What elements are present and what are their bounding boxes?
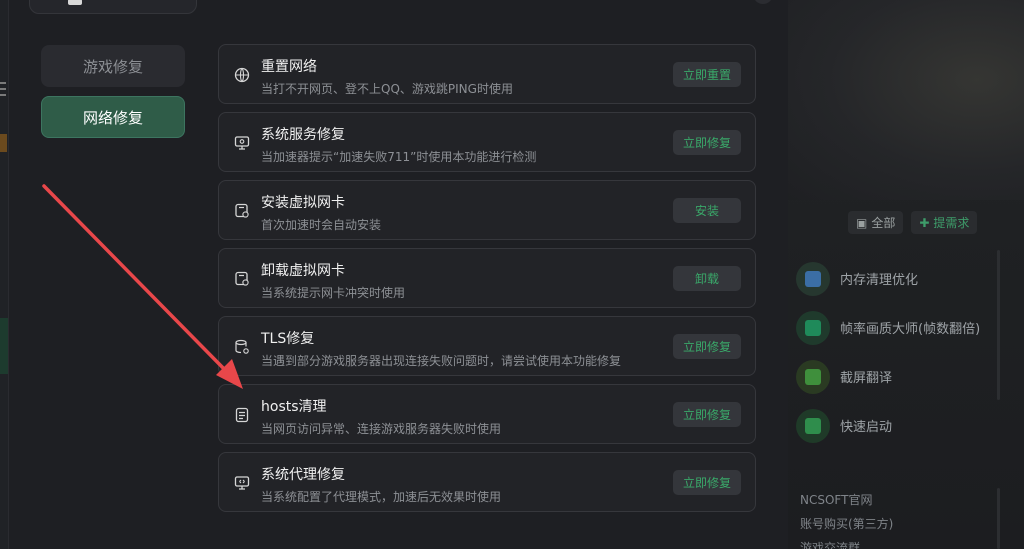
repair-description: 当网页访问异常、连接游戏服务器失败时使用 [261, 422, 502, 436]
repair-system-proxy-button[interactable]: 立即修复 [673, 470, 741, 495]
repair-title: TLS修复 [261, 331, 315, 347]
menu-icon-line [0, 94, 6, 96]
filter-all-chip[interactable]: ▣ 全部 [848, 211, 904, 234]
repair-item-hosts: hosts清理 当网页访问异常、连接游戏服务器失败时使用 立即修复 [218, 384, 756, 444]
dialog-header-tab [29, 0, 197, 14]
menu-icon [0, 82, 6, 84]
tool-list: 内存清理优化 帧率画质大师(帧数翻倍) 截屏翻译 快速启动 [796, 254, 996, 450]
repair-item-reset-network: 重置网络 当打不开网页、登不上QQ、游戏跳PING时使用 立即重置 [218, 44, 756, 104]
repair-description: 当系统配置了代理模式，加速后无效果时使用 [261, 490, 502, 504]
dialog-logo-icon [68, 0, 82, 5]
repair-title: 卸载虚拟网卡 [261, 263, 345, 279]
repair-description: 当系统提示网卡冲突时使用 [261, 286, 406, 300]
repair-title: 系统服务修复 [261, 127, 345, 143]
tab-label: 网络修复 [82, 108, 143, 127]
link-official-site[interactable]: NCSOFT官网 [800, 488, 893, 512]
network-card-install-icon [233, 202, 251, 220]
repair-item-uninstall-vnic: 卸载虚拟网卡 当系统提示网卡冲突时使用 卸载 [218, 248, 756, 308]
uninstall-vnic-button[interactable]: 卸载 [673, 266, 741, 291]
repair-item-system-service: 系统服务修复 当加速器提示“加速失败711”时使用本功能进行检测 立即修复 [218, 112, 756, 172]
links-scrollbar[interactable] [997, 488, 1000, 549]
repair-item-tls: TLS修复 当遇到部分游戏服务器出现连接失败问题时，请尝试使用本功能修复 立即修… [218, 316, 756, 376]
network-repair-dialog: 游戏修复 网络修复 重置网络 当打不开网页、登不上QQ、游戏跳PING时使用 立… [8, 0, 788, 549]
link-game-group[interactable]: 游戏交流群 [800, 536, 893, 549]
reset-network-button[interactable]: 立即重置 [673, 62, 741, 87]
filter-all-label: 全部 [871, 216, 896, 230]
background-badge [0, 134, 7, 152]
repair-system-service-button[interactable]: 立即修复 [673, 130, 741, 155]
repair-title: 重置网络 [261, 59, 317, 75]
request-icon: ✚ [919, 215, 930, 230]
filter-request-label: 提需求 [933, 216, 970, 230]
tool-label: 截屏翻译 [840, 371, 893, 386]
tab-label: 游戏修复 [82, 57, 143, 76]
tool-label: 快速启动 [840, 420, 893, 435]
grid-icon: ▣ [856, 215, 868, 230]
memory-clean-icon [796, 261, 830, 296]
repair-tls-button[interactable]: 立即修复 [673, 334, 741, 359]
background-selected-item [0, 318, 8, 374]
framerate-icon [796, 310, 830, 345]
menu-icon-line [0, 88, 6, 90]
repair-description: 首次加速时会自动安装 [261, 218, 382, 232]
repair-title: hosts清理 [261, 399, 327, 415]
screenshot-translate-icon [796, 359, 830, 394]
repair-description: 当加速器提示“加速失败711”时使用本功能进行检测 [261, 150, 537, 164]
tab-network-repair[interactable]: 网络修复 [41, 96, 185, 138]
globe-reset-icon [233, 66, 251, 84]
close-icon[interactable] [753, 0, 773, 4]
external-links: NCSOFT官网 账号购买(第三方) 游戏交流群 [800, 488, 893, 549]
tool-item-memory[interactable]: 内存清理优化 [796, 254, 996, 303]
tool-item-screenshot-translate[interactable]: 截屏翻译 [796, 352, 996, 401]
database-gear-icon [233, 338, 251, 356]
repair-item-system-proxy: 系统代理修复 当系统配置了代理模式，加速后无效果时使用 立即修复 [218, 452, 756, 512]
tool-list-scrollbar[interactable] [997, 250, 1000, 400]
repair-title: 系统代理修复 [261, 467, 345, 483]
repair-description: 当打不开网页、登不上QQ、游戏跳PING时使用 [261, 82, 513, 96]
quick-launch-icon [796, 408, 830, 443]
repair-item-install-vnic: 安装虚拟网卡 首次加速时会自动安装 安装 [218, 180, 756, 240]
repair-list: 重置网络 当打不开网页、登不上QQ、游戏跳PING时使用 立即重置 系统服务修复… [218, 44, 756, 520]
game-banner-art [788, 0, 1024, 200]
hosts-file-icon [233, 406, 251, 424]
repair-description: 当遇到部分游戏服务器出现连接失败问题时，请尝试使用本功能修复 [261, 354, 622, 368]
tool-item-framerate[interactable]: 帧率画质大师(帧数翻倍) [796, 303, 996, 352]
tool-label: 帧率画质大师(帧数翻倍) [840, 322, 981, 337]
background-right-panel: ▣ 全部 ✚ 提需求 内存清理优化 帧率画质大师(帧数翻倍) 截屏翻译 快速启动… [788, 0, 1024, 549]
link-account-purchase[interactable]: 账号购买(第三方) [800, 512, 893, 536]
monitor-service-icon [233, 134, 251, 152]
background-left-panel [0, 0, 8, 549]
install-vnic-button[interactable]: 安装 [673, 198, 741, 223]
repair-hosts-button[interactable]: 立即修复 [673, 402, 741, 427]
repair-side-nav: 游戏修复 网络修复 [41, 45, 185, 147]
tool-item-quick-launch[interactable]: 快速启动 [796, 401, 996, 450]
network-card-uninstall-icon [233, 270, 251, 288]
tool-filter-row: ▣ 全部 ✚ 提需求 [848, 211, 978, 234]
tab-game-repair[interactable]: 游戏修复 [41, 45, 185, 87]
tool-label: 内存清理优化 [840, 273, 919, 288]
filter-request-chip[interactable]: ✚ 提需求 [911, 211, 978, 234]
repair-title: 安装虚拟网卡 [261, 195, 345, 211]
proxy-monitor-icon [233, 474, 251, 492]
